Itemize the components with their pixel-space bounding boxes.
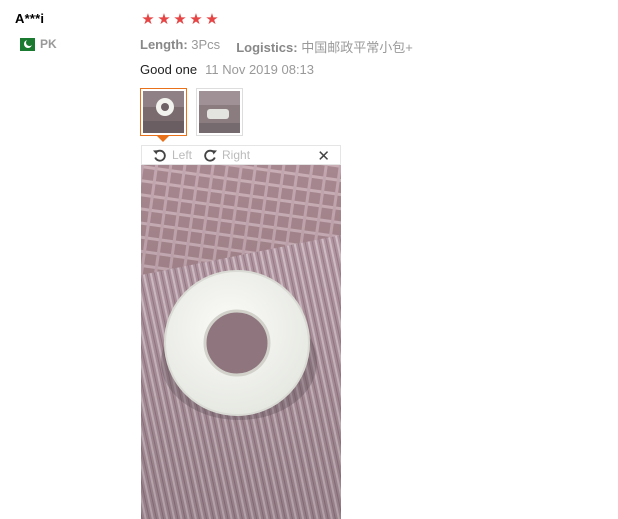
thumbnail-image	[199, 91, 240, 133]
review-line: Good one 11 Nov 2019 08:13	[140, 62, 314, 77]
thumbnail-image	[143, 91, 184, 133]
image-viewer-toolbar: Left Right ✕	[141, 145, 341, 165]
star-icon: ★	[173, 11, 187, 28]
attribute-value: 中国邮政平常小包+	[301, 40, 413, 55]
attribute-logistics: Logistics: 中国邮政平常小包+	[236, 37, 413, 56]
attribute-length: Length: 3Pcs	[140, 37, 220, 56]
rotate-right-button[interactable]: Right	[202, 148, 250, 163]
rotate-left-label: Left	[172, 148, 193, 162]
star-icon: ★	[205, 11, 219, 28]
order-attributes: Length: 3Pcs Logistics: 中国邮政平常小包+	[140, 37, 413, 56]
attribute-key: Logistics:	[236, 40, 298, 55]
rotate-right-icon	[204, 149, 218, 162]
close-icon[interactable]: ✕	[317, 147, 330, 165]
rotate-left-icon	[153, 149, 166, 162]
photo-thumbnail-2[interactable]	[196, 88, 243, 136]
reviewer-name: A***i	[15, 11, 45, 26]
rotate-right-label: Right	[222, 148, 251, 162]
attribute-value: 3Pcs	[191, 37, 221, 52]
pakistan-flag-icon	[15, 37, 35, 51]
photo-thumbnail-1[interactable]	[140, 88, 187, 136]
review-text: Good one	[140, 62, 198, 77]
attribute-key: Length:	[140, 37, 188, 52]
star-icon: ★	[157, 11, 171, 28]
review-photo-large	[141, 165, 341, 519]
reviewer-country: PK	[15, 37, 57, 51]
review-date: 11 Nov 2019 08:13	[205, 62, 315, 77]
country-code: PK	[40, 37, 57, 51]
rotate-left-button[interactable]: Left	[152, 148, 192, 163]
rating-stars: ★ ★ ★ ★ ★	[141, 11, 219, 29]
selected-thumbnail-pointer	[157, 136, 169, 142]
review-photo-image	[141, 165, 341, 519]
star-icon: ★	[189, 11, 203, 28]
star-icon: ★	[141, 11, 155, 28]
